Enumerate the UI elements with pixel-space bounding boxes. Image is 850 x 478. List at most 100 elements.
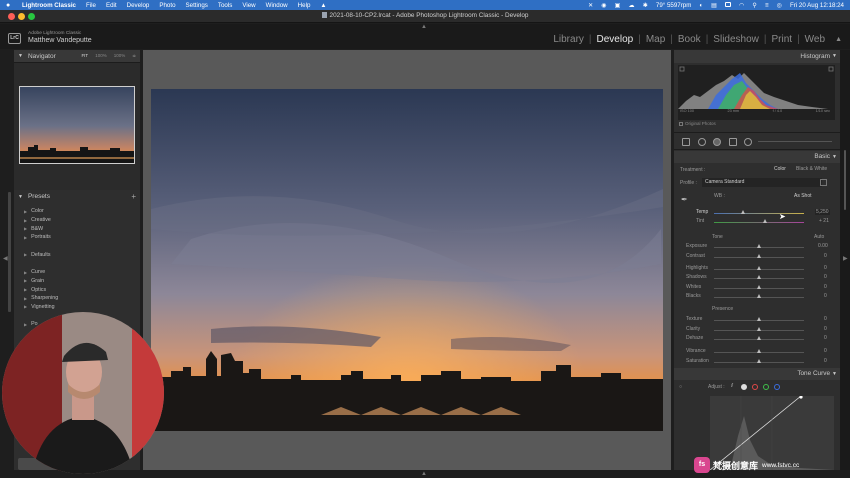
tint-value[interactable]: + 21 [819,218,829,224]
preset-group[interactable]: ▶ B&W [24,224,134,233]
menu-help[interactable]: Help [298,2,311,9]
treatment-bw-option[interactable]: Black & White [796,166,827,172]
collapse-triangle-icon[interactable]: ▼ [18,194,23,200]
wb-eyedropper-icon[interactable]: ✒ [681,195,691,205]
slider-thumb-blacks[interactable] [757,294,761,298]
preset-group[interactable]: ▶ Sharpening [24,294,134,303]
temp-slider-track[interactable] [714,213,804,214]
menu-window[interactable]: Window [266,2,288,9]
brush-slider[interactable] [758,141,832,142]
original-photos-checkbox[interactable] [679,121,683,126]
parametric-curve-icon[interactable]: ⫽ [731,383,733,389]
menu-develop[interactable]: Develop [127,2,150,9]
preset-group[interactable]: ▶ Vignetting [24,303,134,312]
slider-thumb-shadows[interactable] [757,275,761,279]
profile-dropdown[interactable]: Camera Standard [702,178,822,187]
slider-value-whites[interactable]: 0 [824,284,827,290]
navigator-thumbnail[interactable] [19,86,135,164]
battery-icon[interactable] [725,1,731,9]
left-panel-toggle-icon[interactable]: ◀ [3,255,8,262]
preset-group[interactable]: ▶ Color [24,207,134,216]
wifi-icon[interactable]: ◠ [739,2,744,9]
slider-thumb-exposure[interactable] [757,244,761,248]
graduated-filter-icon[interactable] [729,138,737,146]
add-preset-icon[interactable]: + [131,192,136,201]
spotlight-icon[interactable]: ⚲ [752,2,757,9]
module-develop[interactable]: Develop [597,34,634,45]
slider-thumb-texture[interactable] [757,317,761,321]
presets-header[interactable]: ▼ Presets + [14,190,140,203]
slider-thumb-whites[interactable] [757,284,761,289]
fan-status-icon[interactable]: ✱ [643,2,648,9]
curve-blue-channel-icon[interactable] [774,384,780,390]
preset-group[interactable]: ▶ Creative [24,216,134,225]
zoom-option-2[interactable]: 100% [95,53,107,59]
control-center-icon[interactable]: ≡ [765,2,769,9]
profile-browser-icon[interactable] [820,179,827,186]
status-icon-2[interactable]: ◉ [601,2,606,9]
slider-value-shadows[interactable]: 0 [824,274,827,280]
status-icon-5[interactable]: ◐ [699,2,703,9]
module-library[interactable]: Library [553,34,584,45]
menubar-clock[interactable]: Fri 20 Aug 12:18:24 [790,2,844,9]
navigator-header[interactable]: ▼ Navigator FIT 100% 100% ≑ [14,50,140,63]
temp-value[interactable]: 5,250 [815,209,830,215]
tint-slider-thumb[interactable] [763,219,767,223]
main-photo[interactable] [151,89,663,431]
left-panel-scrollbar[interactable] [8,192,11,312]
slider-thumb-contrast[interactable] [757,253,761,258]
menu-tools[interactable]: Tools [218,2,232,9]
tone-curve-header[interactable]: Tone Curve ▼ [674,368,840,380]
menu-photo[interactable]: Photo [159,2,175,9]
right-panel-toggle-icon[interactable]: ▶ [843,255,848,262]
collapse-triangle-icon[interactable]: ▼ [18,53,23,59]
slider-value-texture[interactable]: 0 [824,316,827,322]
slider-thumb-vibrance[interactable] [757,349,761,353]
scrollbar-thumb[interactable] [844,150,846,210]
treatment-color-option[interactable]: Color [774,166,786,172]
module-print[interactable]: Print [772,34,793,45]
top-panel-toggle-icon[interactable]: ▲ [421,24,427,30]
curve-red-channel-icon[interactable] [752,384,758,390]
status-icon-3[interactable]: ▣ [615,2,621,9]
tone-curve-point-icon[interactable]: ○ [679,384,682,390]
module-book[interactable]: Book [678,34,701,45]
slider-value-clarity[interactable]: 0 [824,326,827,332]
preset-group[interactable]: ▶ Curve [24,268,134,277]
tone-auto-button[interactable]: Auto [814,234,824,240]
menu-edit[interactable]: Edit [106,2,117,9]
menubar-extra-icon[interactable]: ▲ [320,2,326,9]
zoom-option-3[interactable]: 100% [114,53,126,59]
slider-value-highlights[interactable]: 0 [824,265,827,271]
menu-settings[interactable]: Settings [186,2,208,9]
histogram-header[interactable]: Histogram ▼ [674,50,840,63]
apple-icon[interactable]: ● [6,2,13,9]
wb-dropdown[interactable]: As Shot [794,193,812,199]
original-photos-toggle[interactable]: Original Photos [679,121,716,126]
module-web[interactable]: Web [805,34,825,45]
preset-group[interactable]: ▶ Grain [24,277,134,286]
collapse-triangle-icon[interactable]: ▼ [832,371,837,377]
collapse-triangle-icon[interactable]: ▼ [832,154,837,160]
status-icon-4[interactable]: ☁ [629,2,635,9]
slider-thumb-dehaze[interactable] [757,336,761,340]
module-slideshow[interactable]: Slideshow [713,34,759,45]
spot-removal-icon[interactable] [698,138,706,146]
slider-value-dehaze[interactable]: 0 [824,335,827,341]
menu-view[interactable]: View [242,2,255,9]
siri-icon[interactable]: ◎ [777,2,782,9]
tint-slider-track[interactable] [714,222,804,223]
zoom-fit-option[interactable]: FIT [81,53,88,59]
collapse-triangle-icon[interactable]: ▼ [832,53,837,59]
basic-header[interactable]: Basic ▼ [674,151,840,163]
fan-status-text[interactable]: 79° 5597rpm [656,2,692,9]
menu-file[interactable]: File [86,2,96,9]
slider-thumb-saturation[interactable] [757,358,761,363]
module-map[interactable]: Map [646,34,665,45]
preset-group[interactable]: ▶ Defaults [24,250,134,259]
slider-value-exposure[interactable]: 0.00 [818,243,828,249]
red-eye-icon[interactable] [713,138,721,146]
module-menu-triangle-icon[interactable]: ▲ [835,36,842,43]
preset-group[interactable]: ▶ Optics [24,285,134,294]
curve-rgb-channel-icon[interactable] [741,384,747,390]
